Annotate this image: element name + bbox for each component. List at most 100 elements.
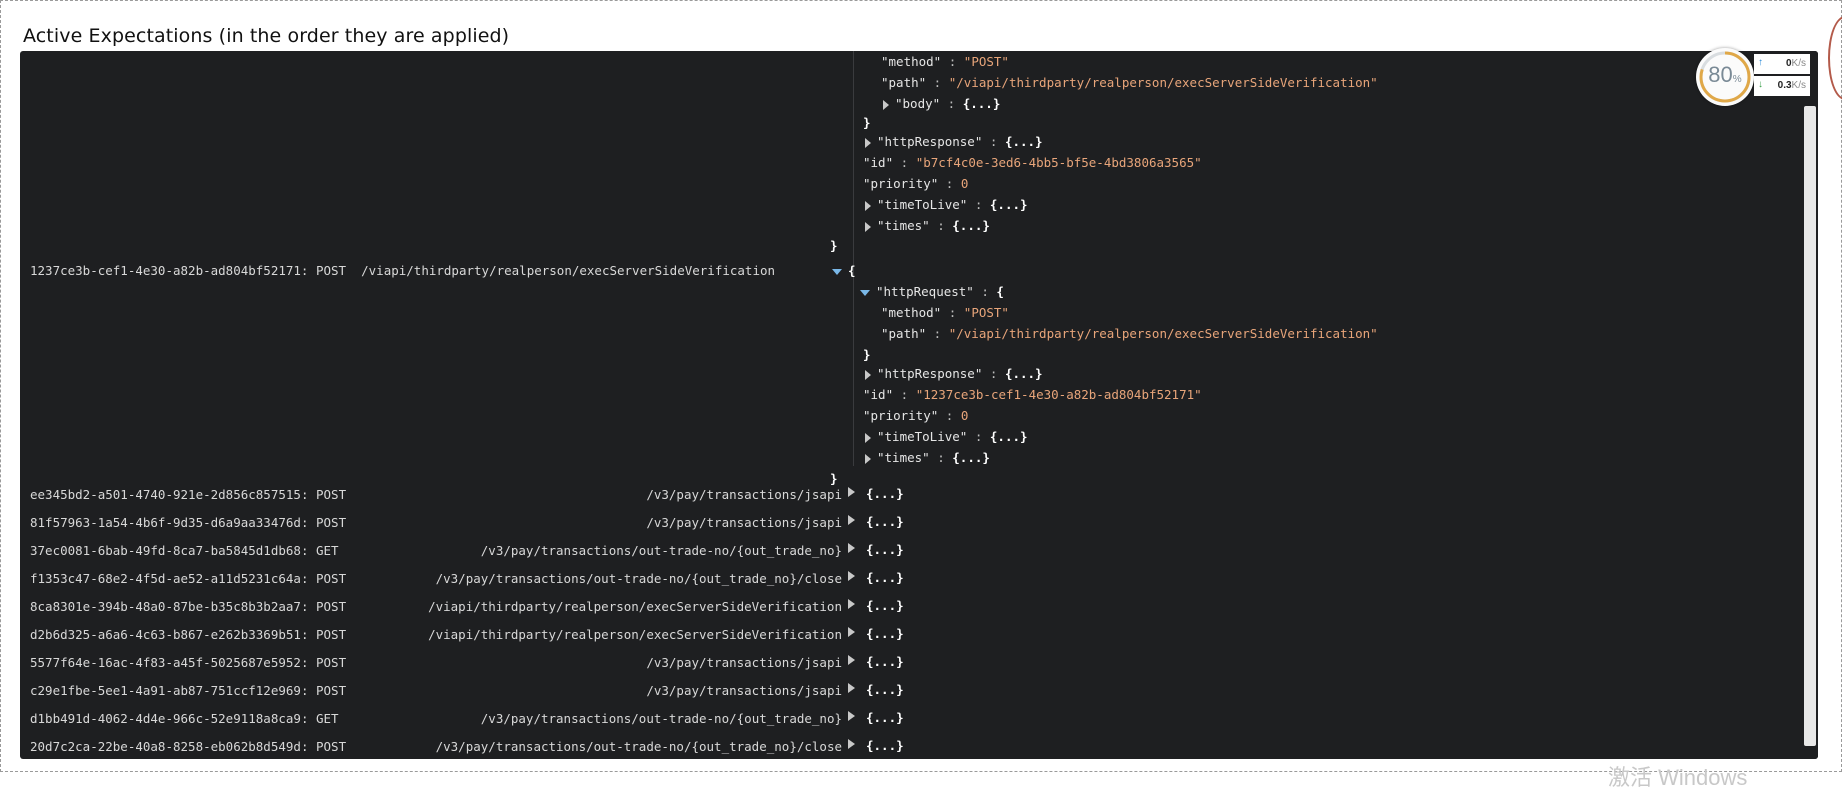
json-collapsed[interactable]: {...}: [866, 681, 904, 698]
json-line: "method" : "POST": [881, 305, 1009, 320]
expand-caret-icon[interactable]: [883, 99, 889, 110]
expand-caret-icon[interactable]: [848, 599, 855, 609]
expectation-method: POST: [316, 655, 347, 670]
expand-caret-icon[interactable]: [865, 369, 871, 380]
json-line: "path" : "/viapi/thirdparty/realperson/e…: [881, 326, 1378, 341]
section-title: Active Expectations (in the order they a…: [23, 25, 510, 47]
json-collapsed[interactable]: {...}: [866, 597, 904, 614]
json-line: "method" : "POST": [881, 54, 1009, 69]
collapse-caret-icon[interactable]: [860, 289, 870, 296]
json-line: "priority" : 0: [863, 408, 969, 423]
expectation-id: 5577f64e-16ac-4f83-a45f-5025687e5952: [30, 655, 301, 670]
expectation-path: /viapi/thirdparty/realperson/execServerS…: [428, 627, 842, 642]
expectation-row[interactable]: d2b6d325-a6a6-4c63-b867-e262b3369b51: PO…: [20, 621, 1800, 649]
network-monitor-widget[interactable]: 80% ↑ 0K/s ↓ 0.3K/s: [1696, 48, 1812, 106]
expectation-id: 81f57963-1a54-4b6f-9d35-d6a9aa33476d: [30, 515, 301, 530]
expectation-row[interactable]: d1bb491d-4062-4d4e-966c-52e9118a8ca9: GE…: [20, 705, 1800, 733]
gauge-percent: 80%: [1708, 62, 1742, 87]
expectation-id-method: d1bb491d-4062-4d4e-966c-52e9118a8ca9: GE…: [30, 711, 339, 726]
json-line: "priority" : 0: [863, 176, 969, 191]
json-node-timeToLive[interactable]: "timeToLive" : {...}: [865, 428, 1028, 445]
expand-caret-icon[interactable]: [848, 543, 855, 553]
json-collapsed[interactable]: {...}: [866, 541, 904, 558]
expectation-method: POST: [316, 683, 347, 698]
scrollbar-track[interactable]: [1802, 51, 1818, 759]
expectation-method: POST: [316, 487, 347, 502]
expectation-id: ee345bd2-a501-4740-921e-2d856c857515: [30, 487, 301, 502]
collapse-caret-icon[interactable]: [832, 268, 842, 275]
expand-caret-icon[interactable]: [865, 221, 871, 232]
expand-caret-icon[interactable]: [865, 432, 871, 443]
expand-caret-icon[interactable]: [848, 739, 855, 749]
expectation-row[interactable]: 5577f64e-16ac-4f83-a45f-5025687e5952: PO…: [20, 649, 1800, 677]
expectation-id-method: c29e1fbe-5ee1-4a91-ab87-751ccf12e969: PO…: [30, 683, 347, 698]
expand-caret-icon[interactable]: [865, 453, 871, 464]
expectation-id: f1353c47-68e2-4f5d-ae52-a11d5231c64a: [30, 571, 301, 586]
expand-caret-icon[interactable]: [848, 627, 855, 637]
os-watermark: 激活 Windows: [1608, 765, 1748, 790]
json-collapsed[interactable]: {...}: [866, 569, 904, 586]
json-brace: }: [830, 238, 838, 253]
expectation-path: /v3/pay/transactions/out-trade-no/{out_t…: [480, 711, 842, 726]
json-collapsed[interactable]: {...}: [866, 737, 904, 754]
expectations-panel: "method" : "POST" "path" : "/viapi/third…: [20, 51, 1818, 759]
json-node-httpResponse[interactable]: "httpResponse" : {...}: [865, 133, 1043, 150]
expand-caret-icon[interactable]: [848, 711, 855, 721]
expand-caret-icon[interactable]: [848, 487, 855, 497]
expectation-path: /v3/pay/transactions/jsapi: [646, 487, 842, 502]
expand-caret-icon[interactable]: [848, 571, 855, 581]
expectation-row[interactable]: f1353c47-68e2-4f5d-ae52-a11d5231c64a: PO…: [20, 565, 1800, 593]
expectation-id-method: 81f57963-1a54-4b6f-9d35-d6a9aa33476d: PO…: [30, 515, 347, 530]
expand-caret-icon[interactable]: [848, 515, 855, 525]
expectation-id: d1bb491d-4062-4d4e-966c-52e9118a8ca9: [30, 711, 301, 726]
expectation-id: 37ec0081-6bab-49fd-8ca7-ba5845d1db68: [30, 543, 301, 558]
expand-caret-icon[interactable]: [848, 655, 855, 665]
expand-caret-icon[interactable]: [865, 137, 871, 148]
expectation-method: POST: [316, 627, 347, 642]
json-collapsed[interactable]: {...}: [866, 653, 904, 670]
down-arrow-icon: ↓: [1758, 79, 1763, 90]
expectation-id-method: f1353c47-68e2-4f5d-ae52-a11d5231c64a: PO…: [30, 571, 347, 586]
expectation-id-method: d2b6d325-a6a6-4c63-b867-e262b3369b51: PO…: [30, 627, 347, 642]
expectation-id: 20d7c2ca-22be-40a8-8258-eb062b8d549d: [30, 739, 301, 754]
json-collapsed[interactable]: {...}: [866, 513, 904, 530]
expectation-path: /v3/pay/transactions/out-trade-no/{out_t…: [480, 543, 842, 558]
expectation-row[interactable]: 81f57963-1a54-4b6f-9d35-d6a9aa33476d: PO…: [20, 509, 1800, 537]
json-node-timeToLive[interactable]: "timeToLive" : {...}: [865, 196, 1028, 213]
expectation-method: POST: [316, 599, 347, 614]
json-node-body[interactable]: "body" : {...}: [883, 95, 1000, 112]
expectation-path: /v3/pay/transactions/jsapi: [646, 683, 842, 698]
json-node-httpRequest[interactable]: "httpRequest" : {: [860, 283, 1004, 300]
expand-caret-icon[interactable]: [848, 683, 855, 693]
expectation-path: /v3/pay/transactions/jsapi: [646, 655, 842, 670]
expectation-method: GET: [316, 711, 339, 726]
json-collapsed[interactable]: {...}: [866, 485, 904, 502]
json-line: "id" : "1237ce3b-cef1-4e30-a82b-ad804bf5…: [863, 387, 1202, 402]
expectation-row[interactable]: 20d7c2ca-22be-40a8-8258-eb062b8d549d: PO…: [20, 733, 1800, 759]
expectation-id-method: 37ec0081-6bab-49fd-8ca7-ba5845d1db68: GE…: [30, 543, 339, 558]
expectation-id-method: 5577f64e-16ac-4f83-a45f-5025687e5952: PO…: [30, 655, 347, 670]
expectation-id: 8ca8301e-394b-48a0-87be-b35c8b3b2aa7: [30, 599, 301, 614]
expectation-row[interactable]: c29e1fbe-5ee1-4a91-ab87-751ccf12e969: PO…: [20, 677, 1800, 705]
expectation-row[interactable]: ee345bd2-a501-4740-921e-2d856c857515: PO…: [20, 481, 1800, 509]
up-arrow-icon: ↑: [1758, 57, 1763, 68]
expectation-label-expanded[interactable]: 1237ce3b-cef1-4e30-a82b-ad804bf52171: PO…: [30, 262, 775, 279]
expectation-row[interactable]: 37ec0081-6bab-49fd-8ca7-ba5845d1db68: GE…: [20, 537, 1800, 565]
usage-gauge: 80%: [1696, 48, 1754, 106]
json-line: "path" : "/viapi/thirdparty/realperson/e…: [881, 75, 1378, 90]
expectation-row[interactable]: 8ca8301e-394b-48a0-87be-b35c8b3b2aa7: PO…: [20, 593, 1800, 621]
json-root-expanded[interactable]: {: [832, 262, 856, 279]
json-brace: }: [863, 347, 871, 362]
json-collapsed[interactable]: {...}: [866, 709, 904, 726]
expectation-method: POST: [316, 739, 347, 754]
scrollbar-thumb[interactable]: [1804, 106, 1816, 746]
expectation-path: /v3/pay/transactions/jsapi: [646, 515, 842, 530]
json-node-times[interactable]: "times" : {...}: [865, 449, 990, 466]
expand-caret-icon[interactable]: [865, 200, 871, 211]
expectation-id: d2b6d325-a6a6-4c63-b867-e262b3369b51: [30, 627, 301, 642]
json-node-httpResponse[interactable]: "httpResponse" : {...}: [865, 365, 1043, 382]
json-collapsed[interactable]: {...}: [866, 625, 904, 642]
expectation-id: c29e1fbe-5ee1-4a91-ab87-751ccf12e969: [30, 683, 301, 698]
json-node-times[interactable]: "times" : {...}: [865, 217, 990, 234]
expectation-method: GET: [316, 543, 339, 558]
